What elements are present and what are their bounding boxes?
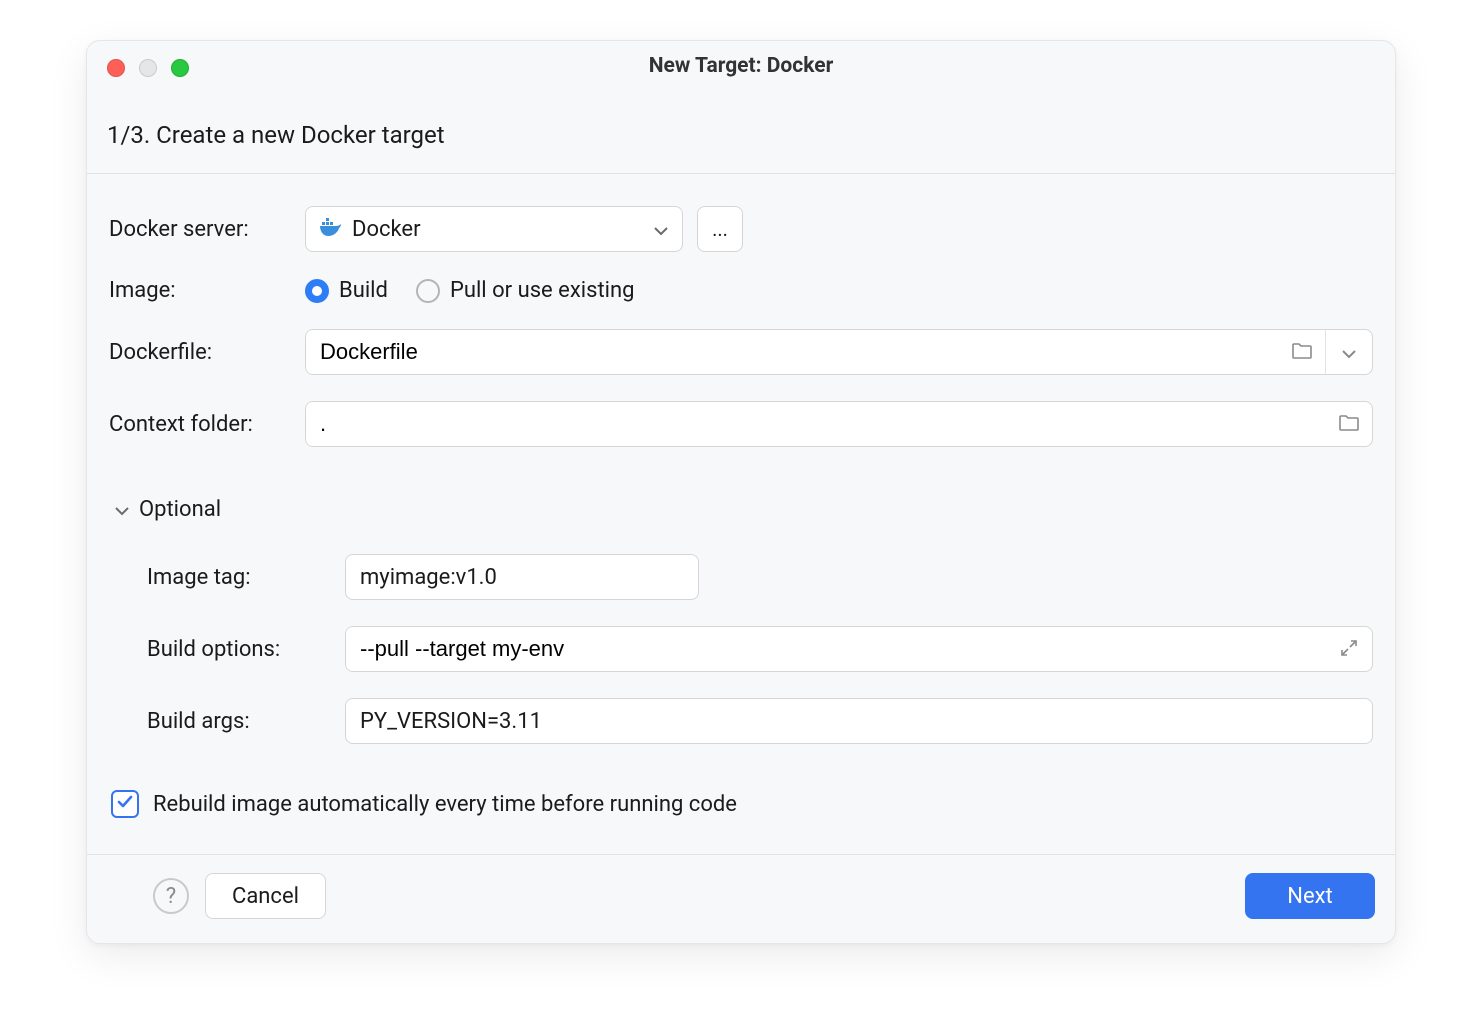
image-tag-label: Image tag: [109, 565, 327, 590]
image-mode-build-radio[interactable]: Build [305, 278, 388, 303]
image-mode-row: Image: Build Pull or use existing [109, 278, 1373, 303]
folder-icon [1292, 340, 1312, 365]
docker-server-value: Docker [352, 217, 421, 242]
image-mode-build-label: Build [339, 278, 388, 303]
image-mode-pull-label: Pull or use existing [450, 278, 635, 303]
dockerfile-browse-button[interactable] [1279, 330, 1325, 374]
dockerfile-row: Dockerfile: [109, 329, 1373, 375]
close-window-button[interactable] [107, 59, 125, 77]
radio-dot-icon [305, 279, 329, 303]
context-folder-field [305, 401, 1373, 447]
docker-server-more-button[interactable]: ... [697, 206, 743, 252]
auto-rebuild-label: Rebuild image automatically every time b… [153, 792, 737, 817]
chevron-down-icon [1342, 340, 1356, 365]
image-tag-input[interactable] [345, 554, 699, 600]
help-button[interactable]: ? [153, 878, 189, 914]
optional-section-label: Optional [139, 497, 221, 522]
dockerfile-field [305, 329, 1373, 375]
cancel-button[interactable]: Cancel [205, 873, 326, 919]
context-folder-input[interactable] [306, 402, 1326, 446]
checkmark-icon [116, 792, 134, 817]
window-controls [107, 59, 189, 77]
footer: ? Cancel Next [87, 855, 1395, 943]
context-folder-browse-button[interactable] [1326, 402, 1372, 446]
step-heading: 1/3. Create a new Docker target [87, 91, 1395, 173]
build-options-field [345, 626, 1373, 672]
folder-icon [1339, 412, 1359, 437]
auto-rebuild-row: Rebuild image automatically every time b… [109, 770, 1373, 846]
dialog-title: New Target: Docker [649, 54, 834, 78]
build-options-expand-button[interactable] [1326, 627, 1372, 671]
build-options-row: Build options: [109, 626, 1373, 672]
zoom-window-button[interactable] [171, 59, 189, 77]
expand-icon [1341, 637, 1357, 662]
dockerfile-label: Dockerfile: [109, 340, 287, 365]
docker-server-row: Docker server: [109, 206, 1373, 252]
build-args-input[interactable] [345, 698, 1373, 744]
docker-icon [320, 217, 342, 242]
chevron-down-icon [654, 217, 668, 242]
dockerfile-input[interactable] [306, 330, 1279, 374]
minimize-window-button[interactable] [139, 59, 157, 77]
docker-server-label: Docker server: [109, 217, 287, 242]
image-label: Image: [109, 278, 287, 303]
build-args-label: Build args: [109, 709, 327, 734]
context-folder-row: Context folder: [109, 401, 1373, 447]
auto-rebuild-checkbox[interactable] [111, 790, 139, 818]
build-options-input[interactable] [346, 627, 1326, 671]
radio-dot-icon [416, 279, 440, 303]
image-mode-pull-radio[interactable]: Pull or use existing [416, 278, 635, 303]
titlebar: New Target: Docker [87, 41, 1395, 91]
docker-server-select[interactable]: Docker [305, 206, 683, 252]
dialog-window: New Target: Docker 1/3. Create a new Doc… [86, 40, 1396, 944]
next-button[interactable]: Next [1245, 873, 1375, 919]
image-mode-radio-group: Build Pull or use existing [305, 278, 635, 303]
build-options-label: Build options: [109, 637, 327, 662]
build-args-row: Build args: [109, 698, 1373, 744]
form: Docker server: [87, 174, 1395, 854]
dockerfile-history-button[interactable] [1326, 330, 1372, 374]
context-folder-label: Context folder: [109, 412, 287, 437]
optional-section-toggle[interactable]: Optional [109, 473, 1373, 528]
image-tag-row: Image tag: [109, 554, 1373, 600]
chevron-down-icon [115, 497, 129, 522]
